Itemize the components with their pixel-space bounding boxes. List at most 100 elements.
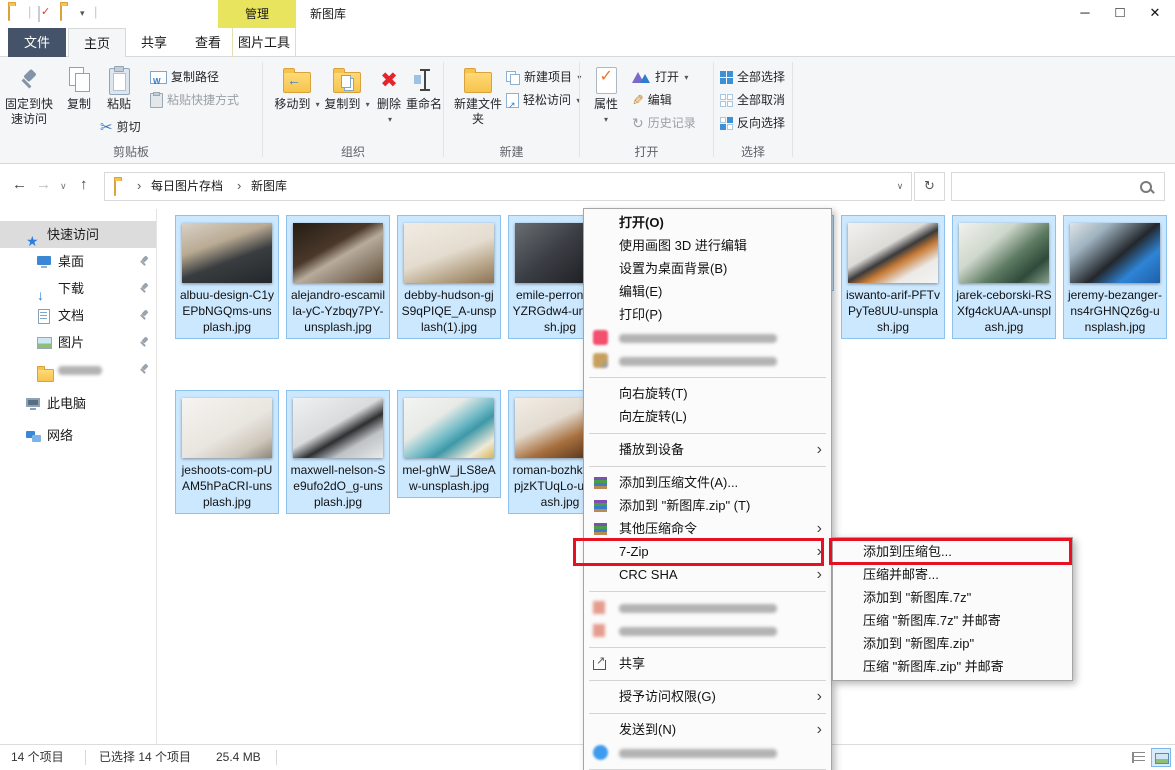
- context-menu-item[interactable]: [584, 326, 831, 349]
- copy-to-button[interactable]: 复制到: [323, 63, 371, 112]
- context-menu-item[interactable]: 使用画图 3D 进行编辑: [584, 234, 831, 257]
- file-item[interactable]: mel-ghW_jLS8eAw-unsplash.jpg: [397, 390, 501, 498]
- submenu-item[interactable]: 压缩 "新图库.zip" 并邮寄: [833, 655, 1072, 678]
- context-menu-item[interactable]: 添加到 "新图库.zip" (T): [584, 494, 831, 517]
- context-menu-item[interactable]: 共享: [584, 652, 831, 675]
- submenu-item[interactable]: 添加到 "新图库.zip": [833, 632, 1072, 655]
- properties-quick-icon[interactable]: [38, 7, 40, 21]
- context-menu-item[interactable]: [584, 428, 831, 438]
- breadcrumb-separator: ›: [237, 173, 241, 200]
- file-item[interactable]: iswanto-arif-PFTvPyTe8UU-unsplash.jpg: [841, 215, 945, 339]
- search-input[interactable]: [958, 176, 1132, 198]
- context-menu-item[interactable]: CRC SHA: [584, 563, 831, 586]
- back-icon[interactable]: ←: [12, 176, 27, 193]
- context-menu-item[interactable]: [584, 764, 831, 770]
- search-box[interactable]: [951, 172, 1165, 201]
- context-menu-item[interactable]: 添加到压缩文件(A)...: [584, 471, 831, 494]
- refresh-button[interactable]: ↻: [914, 172, 945, 201]
- context-menu-item[interactable]: 向左旋转(L): [584, 405, 831, 428]
- select-none-button[interactable]: 全部取消: [720, 90, 785, 110]
- history-dropdown-icon[interactable]: ∨: [60, 181, 67, 192]
- sidebar-item[interactable]: 此电脑: [0, 390, 156, 417]
- new-folder-button[interactable]: 新建文件夹: [452, 63, 504, 127]
- sidebar-item[interactable]: 快速访问: [0, 221, 156, 248]
- address-dropdown-icon[interactable]: ∨: [889, 173, 911, 200]
- delete-button[interactable]: 删除: [373, 63, 405, 127]
- context-menu-item[interactable]: [584, 586, 831, 596]
- select-all-button[interactable]: 全部选择: [720, 67, 785, 87]
- file-item[interactable]: jarek-ceborski-RSXfg4ckUAA-unsplash.jpg: [952, 215, 1056, 339]
- properties-button[interactable]: 属性: [586, 63, 626, 127]
- sidebar-item[interactable]: 网络: [0, 422, 156, 449]
- tab-home[interactable]: 主页: [68, 28, 126, 58]
- context-menu-item[interactable]: [584, 461, 831, 471]
- sidebar-item[interactable]: [0, 356, 156, 383]
- context-menu-item[interactable]: 打开(O): [584, 211, 831, 234]
- rename-button[interactable]: 重命名: [405, 63, 443, 112]
- context-menu-item[interactable]: [584, 642, 831, 652]
- file-item[interactable]: albuu-design-C1yEPbNGQms-unsplash.jpg: [175, 215, 279, 339]
- invert-selection-button[interactable]: 反向选择: [720, 113, 785, 133]
- context-menu-item[interactable]: 向右旋转(T): [584, 382, 831, 405]
- context-menu-item[interactable]: [584, 619, 831, 642]
- context-menu-item[interactable]: 播放到设备: [584, 438, 831, 461]
- explorer-folder-icon[interactable]: [8, 6, 10, 20]
- submenu-item[interactable]: 添加到 "新图库.7z": [833, 586, 1072, 609]
- open-button[interactable]: 打开: [632, 67, 688, 87]
- details-view-button[interactable]: [1129, 748, 1149, 767]
- context-menu-item[interactable]: 授予访问权限(G): [584, 685, 831, 708]
- up-icon[interactable]: ↑: [80, 176, 88, 193]
- sidebar-item[interactable]: 图片: [0, 329, 156, 356]
- forward-icon[interactable]: →: [36, 176, 51, 193]
- context-menu-item[interactable]: 打印(P): [584, 303, 831, 326]
- search-icon[interactable]: [1140, 181, 1152, 193]
- context-menu-item[interactable]: [584, 596, 831, 619]
- maximize-button[interactable]: [1103, 0, 1137, 28]
- context-menu-item[interactable]: [584, 349, 831, 372]
- qat-dropdown-icon[interactable]: [80, 5, 85, 19]
- context-menu-item[interactable]: [584, 675, 831, 685]
- submenu-item[interactable]: 压缩 "新图库.7z" 并邮寄: [833, 609, 1072, 632]
- sidebar-item[interactable]: 文档: [0, 302, 156, 329]
- thumbnail-view-button[interactable]: [1151, 748, 1171, 767]
- cut-button[interactable]: 剪切: [100, 117, 141, 137]
- sidebar-item[interactable]: 下载: [0, 275, 156, 302]
- easy-access-button[interactable]: 轻松访问: [506, 90, 580, 110]
- close-button[interactable]: [1138, 0, 1172, 28]
- button-label: 新建项目: [524, 70, 572, 84]
- move-to-button[interactable]: 移动到: [273, 63, 321, 112]
- file-item[interactable]: jeshoots-com-pUAM5hPaCRI-unsplash.jpg: [175, 390, 279, 514]
- paste-shortcut-button[interactable]: 粘贴快捷方式: [150, 90, 239, 110]
- file-item[interactable]: jeremy-bezanger-ns4rGHNQz6g-unsplash.jpg: [1063, 215, 1167, 339]
- context-menu-item[interactable]: 发送到(N): [584, 718, 831, 741]
- tab-file[interactable]: 文件: [8, 28, 66, 57]
- file-item[interactable]: debby-hudson-gjS9qPIQE_A-unsplash(1).jpg: [397, 215, 501, 339]
- new-item-button[interactable]: 新建项目: [506, 67, 581, 87]
- context-menu-item[interactable]: [584, 708, 831, 718]
- copy-path-button[interactable]: 复制路径: [150, 67, 219, 87]
- paste-button[interactable]: 粘贴: [100, 63, 138, 112]
- history-button[interactable]: 历史记录: [632, 113, 696, 133]
- scissors-icon: [100, 118, 113, 138]
- file-item[interactable]: alejandro-escamilla-yC-Yzbqy7PY-unsplash…: [286, 215, 390, 339]
- context-menu-item[interactable]: 其他压缩命令: [584, 517, 831, 540]
- new-folder-quick-icon[interactable]: [60, 6, 62, 20]
- context-menu-item[interactable]: [584, 372, 831, 382]
- tab-share[interactable]: 共享: [128, 28, 180, 57]
- submenu-item[interactable]: 压缩并邮寄...: [833, 563, 1072, 586]
- context-menu-item[interactable]: [584, 741, 831, 764]
- copy-button[interactable]: 复制: [60, 63, 98, 112]
- minimize-button[interactable]: [1068, 0, 1102, 28]
- breadcrumb-root[interactable]: 每日图片存档: [151, 173, 223, 200]
- breadcrumb-current[interactable]: 新图库: [251, 173, 287, 200]
- tab-view[interactable]: 查看: [182, 28, 234, 57]
- context-menu-item[interactable]: 设置为桌面背景(B): [584, 257, 831, 280]
- file-item[interactable]: maxwell-nelson-Se9ufo2dO_g-unsplash.jpg: [286, 390, 390, 514]
- pin-to-quick-access-button[interactable]: 固定到快速访问: [2, 63, 56, 127]
- edit-button[interactable]: 编辑: [632, 90, 672, 110]
- address-bar[interactable]: › 每日图片存档 › 新图库 ∨: [104, 172, 912, 201]
- manage-contextual-tab[interactable]: 管理: [218, 0, 296, 28]
- context-menu-item[interactable]: 编辑(E): [584, 280, 831, 303]
- sidebar-item[interactable]: 桌面: [0, 248, 156, 275]
- tab-picture-tools[interactable]: 图片工具: [232, 28, 296, 57]
